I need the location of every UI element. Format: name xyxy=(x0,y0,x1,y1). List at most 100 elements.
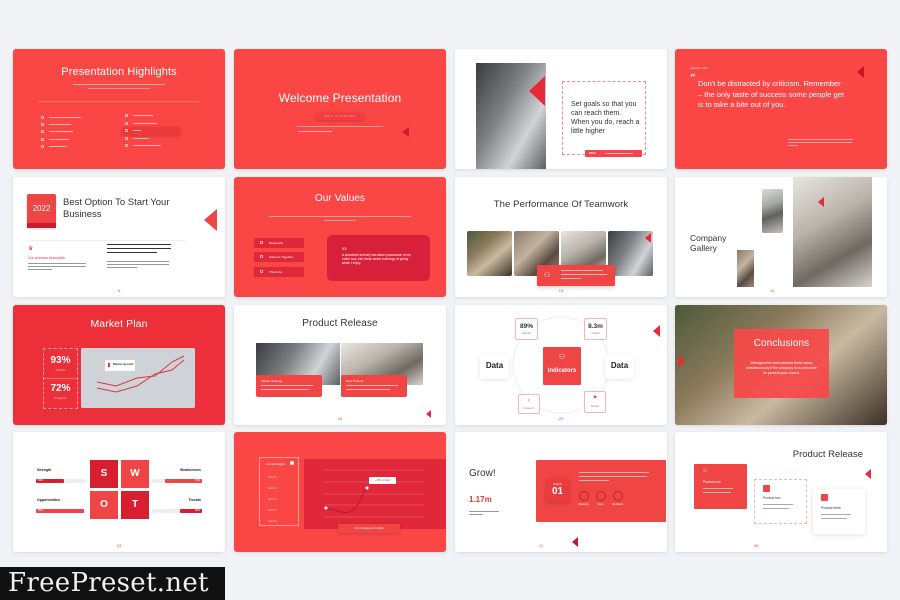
swot-letter: T xyxy=(131,499,139,510)
value-item[interactable]: Think Lite xyxy=(254,267,304,277)
stat-growth: 93% xyxy=(50,355,71,366)
product-card: New Product xyxy=(341,375,407,397)
page-number: 13 xyxy=(558,288,564,293)
stat-label: Progress xyxy=(54,396,67,400)
presenter-text xyxy=(298,131,332,132)
threats-label: Threats xyxy=(188,498,201,502)
insight-item[interactable]: Item 01 xyxy=(268,472,276,483)
page-number: 23 xyxy=(116,543,122,548)
chart-legend: Market growth xyxy=(105,360,135,371)
value-item[interactable]: Respectful xyxy=(254,238,304,248)
toggle-icon[interactable] xyxy=(290,461,294,465)
slide-title: Product Release xyxy=(302,318,378,329)
body-text xyxy=(469,514,483,515)
insight-item[interactable]: Item 05 xyxy=(268,516,276,527)
page-number: 16 xyxy=(337,416,343,421)
card-text: A wonderful serenity has taken possessio… xyxy=(342,253,411,266)
data-point xyxy=(324,506,328,510)
project-card: Project 01 Marketing Sales Tax Return xyxy=(536,460,666,522)
bold-text xyxy=(107,252,157,254)
product-name: Product one xyxy=(703,480,721,484)
slide-market-plan[interactable]: Market Plan 93% Growth 72% Progress Mark… xyxy=(13,305,225,425)
divider xyxy=(297,126,383,127)
slide-best-option[interactable]: 2022 Best Option To Start Your Business … xyxy=(13,177,225,297)
highlights-list-left xyxy=(41,113,101,151)
slide-performance-teamwork[interactable]: The Performance Of Teamwork ⚇ 13 xyxy=(455,177,667,297)
arrow-triangle-icon xyxy=(678,355,685,367)
body-text xyxy=(28,263,86,264)
tips-bar: Tips: Update your Insights xyxy=(338,524,400,533)
arrow-triangle-icon xyxy=(857,66,864,78)
value-item[interactable]: Advance Together xyxy=(254,252,304,262)
slide-title: Company Gallery xyxy=(690,233,727,253)
author-badge: 2022 xyxy=(585,150,642,157)
insight-item[interactable]: Item 04 xyxy=(268,505,276,516)
arrow-triangle-icon xyxy=(865,469,871,479)
slide-our-values[interactable]: Our Values Respectful Advance Together T… xyxy=(234,177,446,297)
arrow-triangle-icon xyxy=(402,127,409,137)
get-started-button[interactable]: GET STARTED xyxy=(316,113,364,120)
strength-bar: 56% xyxy=(36,479,64,483)
business-icon: ♛ xyxy=(28,246,34,252)
market-chart: Market growth xyxy=(81,348,195,408)
slide-title: Welcome Presentation xyxy=(278,91,402,105)
slide-title: Our Values xyxy=(314,193,366,204)
slide-quote[interactable]: Speaker Talk “ Don't be distracted by cr… xyxy=(675,49,887,169)
insight-item[interactable]: Item 03 xyxy=(268,494,276,505)
divider xyxy=(44,378,77,379)
slide-presentation-highlights[interactable]: Presentation Highlights xyxy=(13,49,225,169)
insight-item[interactable]: Item 02 xyxy=(268,483,276,494)
slide-title: Product Release xyxy=(792,449,863,460)
research-icon: ♆ xyxy=(527,398,531,404)
slide-grow[interactable]: Grow! 1.17m Project 01 Marketing Sales T… xyxy=(455,432,667,552)
conclusion-text: Management must address these areas simu… xyxy=(746,361,817,375)
subtitle-text xyxy=(88,88,150,89)
body-text xyxy=(107,264,169,265)
product-icon xyxy=(763,485,770,492)
body-text xyxy=(28,266,86,267)
caption-card: ⚇ xyxy=(537,265,615,286)
product-icon: ⚇ xyxy=(703,468,708,474)
body-text xyxy=(28,269,52,270)
research-card: ♆ Research xyxy=(518,394,540,414)
card-title: New Product xyxy=(346,379,364,383)
slide-indicators[interactable]: 89% Startups 8.3m Insights ⚇ Indicators … xyxy=(455,305,667,425)
slide-title: Conclusions xyxy=(753,338,810,349)
gallery-photo-main xyxy=(793,177,872,287)
insights-chart-svg xyxy=(324,469,424,518)
value-detail-card: 03 A wonderful serenity has taken posses… xyxy=(327,235,430,281)
quote-text: Don't be distracted by criticism. Rememb… xyxy=(698,79,844,109)
data-label: Data xyxy=(485,361,504,370)
product-card-one: ⚇ Product one xyxy=(694,464,747,509)
slide-set-goals[interactable]: Set goals so that you can reach them. Wh… xyxy=(455,49,667,169)
slide-conclusions[interactable]: Conclusions Management must address thes… xyxy=(675,305,887,425)
body-text xyxy=(579,476,647,477)
team-photo-1 xyxy=(467,231,512,276)
year-text: 2022 xyxy=(32,204,51,213)
arrow-triangle-icon xyxy=(653,325,660,337)
progress-circle xyxy=(579,491,589,501)
swot-o: O xyxy=(90,491,118,519)
slide-title: Best Option To Start Your Business xyxy=(63,197,170,220)
swot-w: W xyxy=(121,460,149,488)
market-chart-svg xyxy=(81,348,195,408)
value-label: Respectful xyxy=(269,241,284,245)
slide-title: The Performance Of Teamwork xyxy=(493,199,629,210)
slide-welcome-presentation[interactable]: Welcome Presentation GET STARTED xyxy=(234,49,446,169)
grow-stat: 1.17m xyxy=(469,495,492,504)
data-card-left: Data xyxy=(480,355,509,379)
subtitle-text xyxy=(269,216,411,217)
slide-product-release-2[interactable]: Product Release ⚇ Product one Product tw… xyxy=(675,432,887,552)
slide-product-release[interactable]: Product Release Market Strategy New Prod… xyxy=(234,305,446,425)
quote-text: Set goals so that you can reach them. Wh… xyxy=(571,101,640,135)
value-label: Think Lite xyxy=(269,270,283,274)
center-label: Indicators xyxy=(547,368,577,374)
product-name: Product two xyxy=(763,496,781,500)
circle-label: Marketing xyxy=(578,504,589,506)
weaknesses-bar: 75% xyxy=(164,479,202,483)
slide-annual-insights[interactable]: Annual Insights Item 01 Item 02 Item 03 … xyxy=(234,432,446,552)
slide-company-gallery[interactable]: Company Gallery 14 xyxy=(675,177,887,297)
caption-text xyxy=(788,145,798,146)
slide-swot[interactable]: S W O T Strength 56% Weaknesses 75% Oppo… xyxy=(13,432,225,552)
divider xyxy=(28,240,185,241)
